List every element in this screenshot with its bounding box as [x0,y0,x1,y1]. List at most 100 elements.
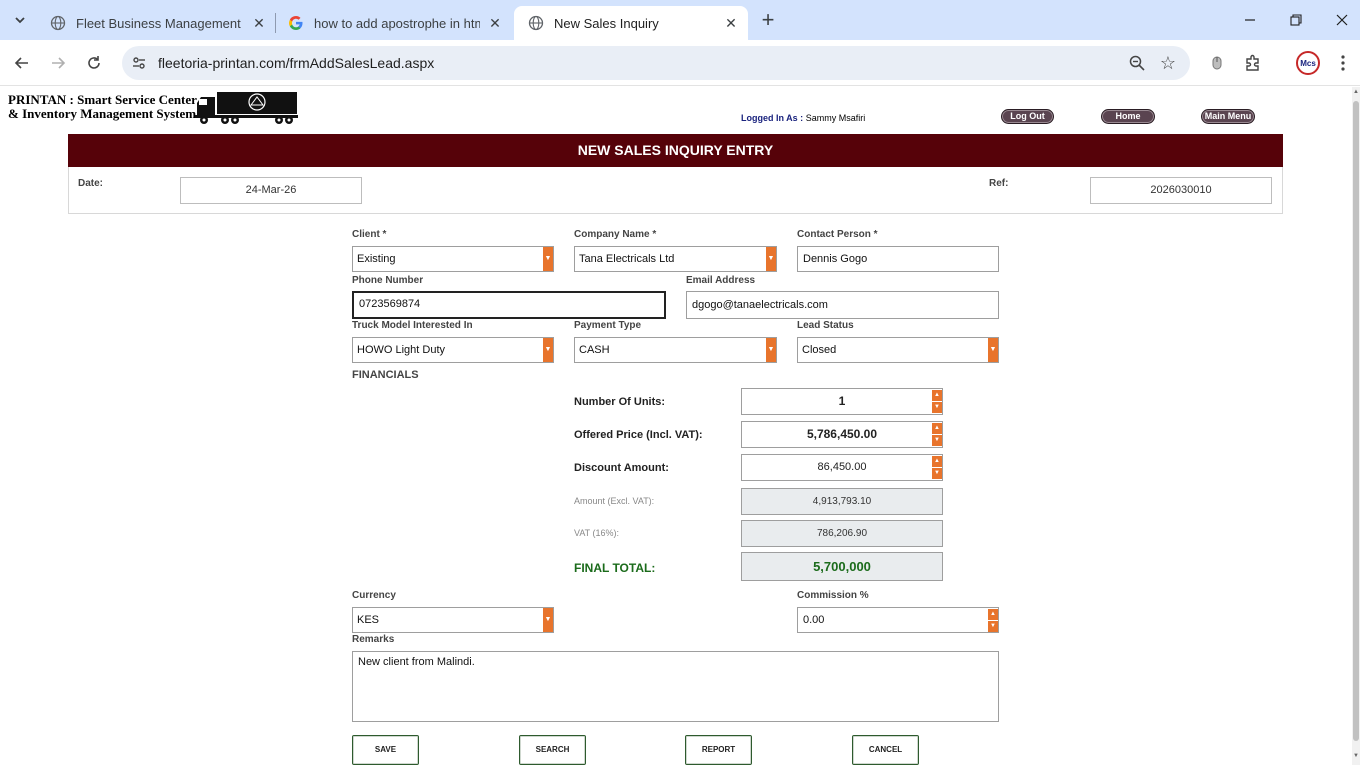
scroll-up-icon[interactable]: ▲ [1352,89,1360,97]
email-label: Email Address [686,275,756,286]
tab-search-icon[interactable] [8,8,32,32]
reload-icon[interactable] [82,51,106,75]
scroll-down-icon[interactable]: ▼ [1352,753,1360,761]
truck-logo-icon [195,92,298,124]
extension-mouse-icon[interactable] [1206,52,1228,74]
search-button[interactable]: SEARCH [519,735,586,765]
tab-title: New Sales Inquiry [554,15,659,31]
price-label: Offered Price (Incl. VAT): [574,429,703,441]
excl-vat-label: Amount (Excl. VAT): [574,496,655,506]
forward-icon[interactable] [46,51,70,75]
spin-up-icon[interactable]: ▲ [932,423,942,434]
discount-stepper[interactable]: 86,450.00 ▲ ▼ [741,454,943,481]
price-value: 5,786,450.00 [806,427,878,441]
new-tab-icon[interactable]: + [756,7,780,32]
dropdown-arrow-icon[interactable]: ▼ [766,338,776,362]
units-stepper[interactable]: 1 ▲ ▼ [741,388,943,415]
ref-field[interactable]: 2026030010 [1090,177,1272,204]
payment-value: CASH [579,344,610,356]
spin-up-icon[interactable]: ▲ [932,456,942,467]
tab-title: how to add apostrophe in html [314,15,480,31]
page-content: PRINTAN : Smart Service Center & Invento… [0,87,1352,765]
remarks-textarea[interactable]: New client from Malindi. [352,651,999,722]
home-button[interactable]: Home [1101,109,1155,124]
more-menu-icon[interactable] [1332,52,1354,74]
units-value: 1 [838,394,846,408]
scrollbar-thumb[interactable] [1353,101,1359,741]
status-value: Closed [802,344,837,356]
browser-tabstrip: Fleet Business Management Sol ✕ how to a… [0,0,1360,40]
truck-label: Truck Model Interested In [352,320,473,331]
site-info-icon[interactable] [130,54,148,72]
discount-value: 86,450.00 [817,461,867,473]
close-tab-icon[interactable]: ✕ [250,14,268,32]
client-select[interactable]: Existing ▼ [352,246,554,272]
financials-heading: FINANCIALS [352,369,419,381]
restore-icon[interactable] [1284,8,1308,32]
report-button[interactable]: REPORT [685,735,752,765]
units-label: Number Of Units: [574,396,666,408]
commission-value: 0.00 [803,614,825,626]
spin-down-icon[interactable]: ▼ [932,402,942,413]
close-tab-icon[interactable]: ✕ [722,14,740,32]
date-field[interactable]: 24-Mar-26 [180,177,362,204]
truck-select[interactable]: HOWO Light Duty ▼ [352,337,554,363]
browser-tab-google[interactable]: how to add apostrophe in html ✕ [274,6,512,40]
url-text: fleetoria-printan.com/frmAddSalesLead.as… [158,55,435,71]
units-spinner[interactable]: ▲ ▼ [932,390,942,413]
currency-select[interactable]: KES ▼ [352,607,554,633]
profile-avatar[interactable]: Mcs [1296,51,1320,75]
back-icon[interactable] [10,51,34,75]
email-field[interactable]: dgogo@tanaelectricals.com [686,291,999,319]
commission-stepper[interactable]: 0.00 ▲ ▼ [797,607,999,633]
vat-label: VAT (16%): [574,528,620,538]
extensions-puzzle-icon[interactable] [1242,52,1264,74]
price-spinner[interactable]: ▲ ▼ [932,423,942,446]
google-icon [288,15,304,31]
browser-tab-fleet[interactable]: Fleet Business Management Sol ✕ [36,6,276,40]
phone-label: Phone Number [352,275,424,286]
page-title: NEW SALES INQUIRY ENTRY [68,134,1283,167]
company-select[interactable]: Tana Electricals Ltd ▼ [574,246,777,272]
zoom-icon[interactable] [1128,54,1146,72]
truck-value: HOWO Light Duty [357,344,446,356]
dropdown-arrow-icon[interactable]: ▼ [766,247,776,271]
dropdown-arrow-icon[interactable]: ▼ [543,338,553,362]
save-button[interactable]: SAVE [352,735,419,765]
window-close-icon[interactable] [1330,8,1354,32]
browser-toolbar: fleetoria-printan.com/frmAddSalesLead.as… [0,40,1360,86]
status-select[interactable]: Closed ▼ [797,337,999,363]
payment-select[interactable]: CASH ▼ [574,337,777,363]
status-label: Lead Status [797,320,854,331]
main-menu-button[interactable]: Main Menu [1201,109,1255,124]
contact-label: Contact Person * [797,229,878,240]
spin-down-icon[interactable]: ▼ [988,621,998,632]
spin-up-icon[interactable]: ▲ [988,609,998,620]
phone-field[interactable]: 0723569874 [352,291,666,319]
spin-up-icon[interactable]: ▲ [932,390,942,401]
address-bar[interactable]: fleetoria-printan.com/frmAddSalesLead.as… [122,46,1190,80]
logout-button[interactable]: Log Out [1001,109,1054,124]
logged-in-label: Logged In As : [741,113,804,123]
minimize-icon[interactable] [1238,8,1262,32]
commission-label: Commission % [797,590,869,601]
date-label: Date: [78,178,104,189]
cancel-button[interactable]: CANCEL [852,735,919,765]
page-scrollbar[interactable]: ▲ ▼ [1352,87,1360,765]
tab-title: Fleet Business Management Sol [76,15,244,31]
dropdown-arrow-icon[interactable]: ▼ [988,338,998,362]
commission-spinner[interactable]: ▲ ▼ [988,609,998,632]
client-label: Client * [352,229,387,240]
remarks-label: Remarks [352,634,395,645]
client-value: Existing [357,253,396,265]
price-stepper[interactable]: 5,786,450.00 ▲ ▼ [741,421,943,448]
spin-down-icon[interactable]: ▼ [932,468,942,479]
browser-tab-active[interactable]: New Sales Inquiry ✕ [514,6,748,40]
spin-down-icon[interactable]: ▼ [932,435,942,446]
contact-field[interactable]: Dennis Gogo [797,246,999,272]
close-tab-icon[interactable]: ✕ [486,14,504,32]
dropdown-arrow-icon[interactable]: ▼ [543,608,553,632]
discount-spinner[interactable]: ▲ ▼ [932,456,942,479]
dropdown-arrow-icon[interactable]: ▼ [543,247,553,271]
bookmark-star-icon[interactable]: ☆ [1158,53,1178,73]
